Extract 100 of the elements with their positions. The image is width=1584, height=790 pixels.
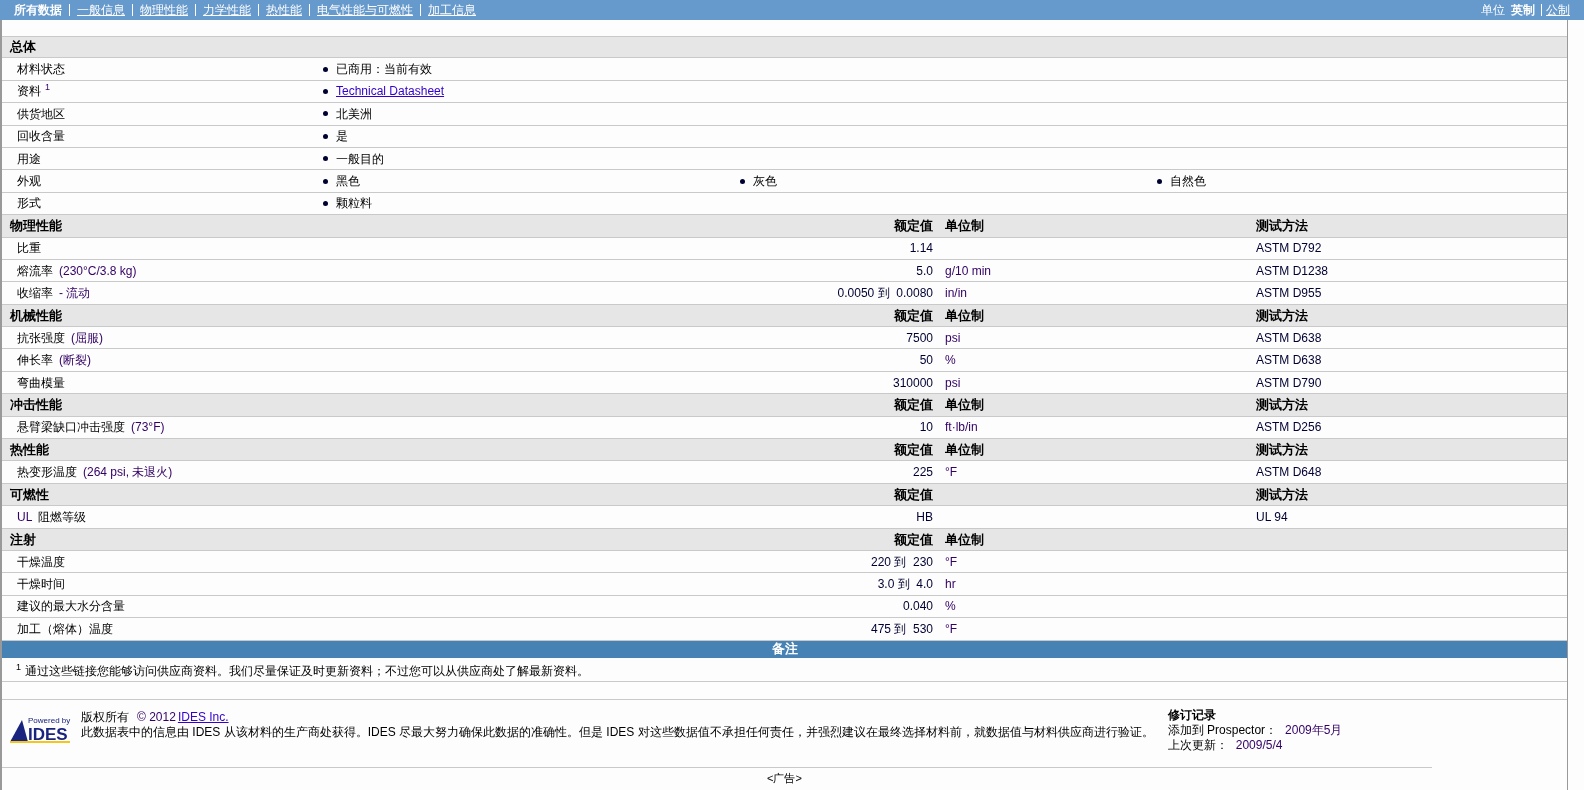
bullet-icon — [323, 88, 328, 94]
nav-tab[interactable]: 电气性能与可燃性 — [317, 1, 413, 19]
column-header: 单位制 — [945, 531, 984, 547]
rated-value: 0.0050 到 0.0080 — [837, 286, 933, 300]
row-label: 形式 — [17, 195, 41, 213]
row-value: 颗粒料 — [336, 195, 372, 213]
unit: g/10 min — [945, 263, 992, 278]
test-condition: (73°F) — [131, 419, 165, 437]
column-header: 额定值 — [894, 486, 933, 502]
section-title: 可燃性 — [10, 486, 49, 502]
nav-tab[interactable]: 物理性能 — [140, 1, 188, 19]
row-label: 弯曲模量 — [17, 374, 65, 392]
row-label: 抗张强度 — [17, 329, 65, 347]
nav-tab[interactable]: 加工信息 — [428, 1, 476, 19]
rated-value: 7500 — [906, 330, 933, 345]
section-title: 总体 — [10, 38, 36, 57]
row-value: 是 — [336, 128, 348, 146]
unit: % — [945, 353, 956, 368]
section-title: 热性能 — [10, 441, 49, 457]
rated-value: 10 — [919, 420, 933, 435]
ides-link[interactable]: IDES Inc. — [177, 709, 229, 725]
rated-value: HB — [916, 509, 933, 524]
row-value: 北美洲 — [336, 105, 372, 123]
unit: psi — [945, 330, 961, 345]
revision-title: 修订记录 — [1167, 707, 1217, 723]
nav-tab[interactable]: 热性能 — [266, 1, 302, 19]
test-condition: (断裂) — [59, 352, 91, 370]
bullet-icon — [1157, 178, 1162, 184]
bullet-icon — [323, 156, 328, 162]
test-method: ASTM D790 — [1256, 375, 1322, 390]
unit-toggle[interactable]: 公制 — [1546, 1, 1570, 19]
row-label: 悬臂梁缺口冲击强度 — [17, 419, 125, 437]
column-header: 测试方法 — [1256, 486, 1308, 502]
column-header: 额定值 — [894, 531, 933, 547]
section-title: 机械性能 — [10, 307, 62, 323]
test-condition: (230°C/3.8 kg) — [59, 262, 137, 280]
test-method: ASTM D638 — [1256, 353, 1322, 368]
test-method: ASTM D1238 — [1256, 263, 1329, 278]
rated-value: 1.14 — [909, 241, 933, 256]
row-label: 加工（熔体）温度 — [17, 620, 113, 638]
datasheet-link[interactable]: Technical Datasheet — [336, 82, 445, 101]
row-label: 用途 — [17, 150, 41, 168]
column-header: 测试方法 — [1256, 441, 1308, 457]
footnote-mark: 1 — [45, 82, 50, 93]
row-label: 干燥时间 — [17, 576, 65, 594]
test-method: ASTM D955 — [1256, 286, 1322, 300]
row-label: 回收含量 — [17, 128, 65, 146]
rated-value: 50 — [919, 353, 933, 368]
rated-value: 0.040 — [902, 599, 933, 614]
nav-tab[interactable]: 一般信息 — [77, 1, 125, 19]
row-label: 建议的最大水分含量 — [17, 598, 125, 616]
column-header: 额定值 — [894, 307, 933, 323]
row-value: 一般目的 — [336, 150, 384, 168]
row-label: 供货地区 — [17, 105, 65, 123]
row-value: 黑色 — [336, 173, 360, 191]
test-condition: (264 psi, 未退火) — [83, 464, 173, 482]
row-label: 比重 — [17, 240, 41, 258]
notes-title: 备注 — [771, 640, 798, 659]
column-header: 额定值 — [894, 441, 933, 457]
footnote-mark: 1 — [16, 661, 21, 672]
bullet-icon — [323, 200, 328, 206]
unit-toggle[interactable]: 英制 — [1511, 1, 1535, 19]
unit: ft·lb/in — [945, 420, 978, 435]
column-header: 测试方法 — [1256, 397, 1308, 413]
unit: °F — [945, 465, 958, 480]
ides-logo: Powered by IDES — [8, 713, 72, 744]
revision-label: 添加到 Prospector： — [1167, 722, 1278, 738]
rated-value: 220 到 230 — [870, 554, 933, 569]
copyright-label: 版权所有 — [81, 709, 129, 725]
test-method: ASTM D648 — [1256, 465, 1322, 480]
nav-tab[interactable]: 所有数据 — [14, 1, 62, 19]
row-label: 热变形温度 — [17, 464, 77, 482]
bullet-icon — [323, 111, 328, 117]
section-title: 注射 — [10, 531, 36, 547]
revision-date: 2009/5/4 — [1235, 737, 1283, 753]
unit: °F — [945, 554, 958, 569]
revision-label: 上次更新： — [1167, 737, 1228, 753]
column-header: 测试方法 — [1256, 218, 1308, 234]
row-label: 熔流率 — [17, 262, 53, 280]
rated-value: 225 — [912, 465, 933, 480]
nav-tab[interactable]: 力学性能 — [203, 1, 251, 19]
column-header: 额定值 — [894, 397, 933, 413]
unit: in/in — [945, 286, 967, 300]
rated-value: 5.0 — [916, 263, 933, 278]
unit: % — [945, 599, 956, 614]
test-method: ASTM D256 — [1256, 420, 1322, 435]
units-label: 单位 — [1481, 2, 1505, 19]
row-label: 资料 — [17, 83, 41, 101]
section-title: 物理性能 — [10, 218, 62, 234]
row-label: 伸长率 — [17, 352, 53, 370]
test-method: ASTM D638 — [1256, 330, 1322, 345]
copyright-year: © 2012 — [137, 709, 176, 725]
footnote-text: 通过这些链接您能够访问供应商资料。我们尽量保证及时更新资料；不过您可以从供应商处了解最新资料。 — [25, 662, 589, 680]
row-label: 材料状态 — [17, 61, 65, 79]
column-header: 测试方法 — [1256, 307, 1308, 323]
label-prefix: UL — [17, 508, 33, 526]
rated-value: 3.0 到 4.0 — [877, 577, 933, 592]
bullet-icon — [323, 178, 328, 184]
row-value: 灰色 — [753, 173, 777, 191]
bullet-icon — [740, 178, 745, 184]
